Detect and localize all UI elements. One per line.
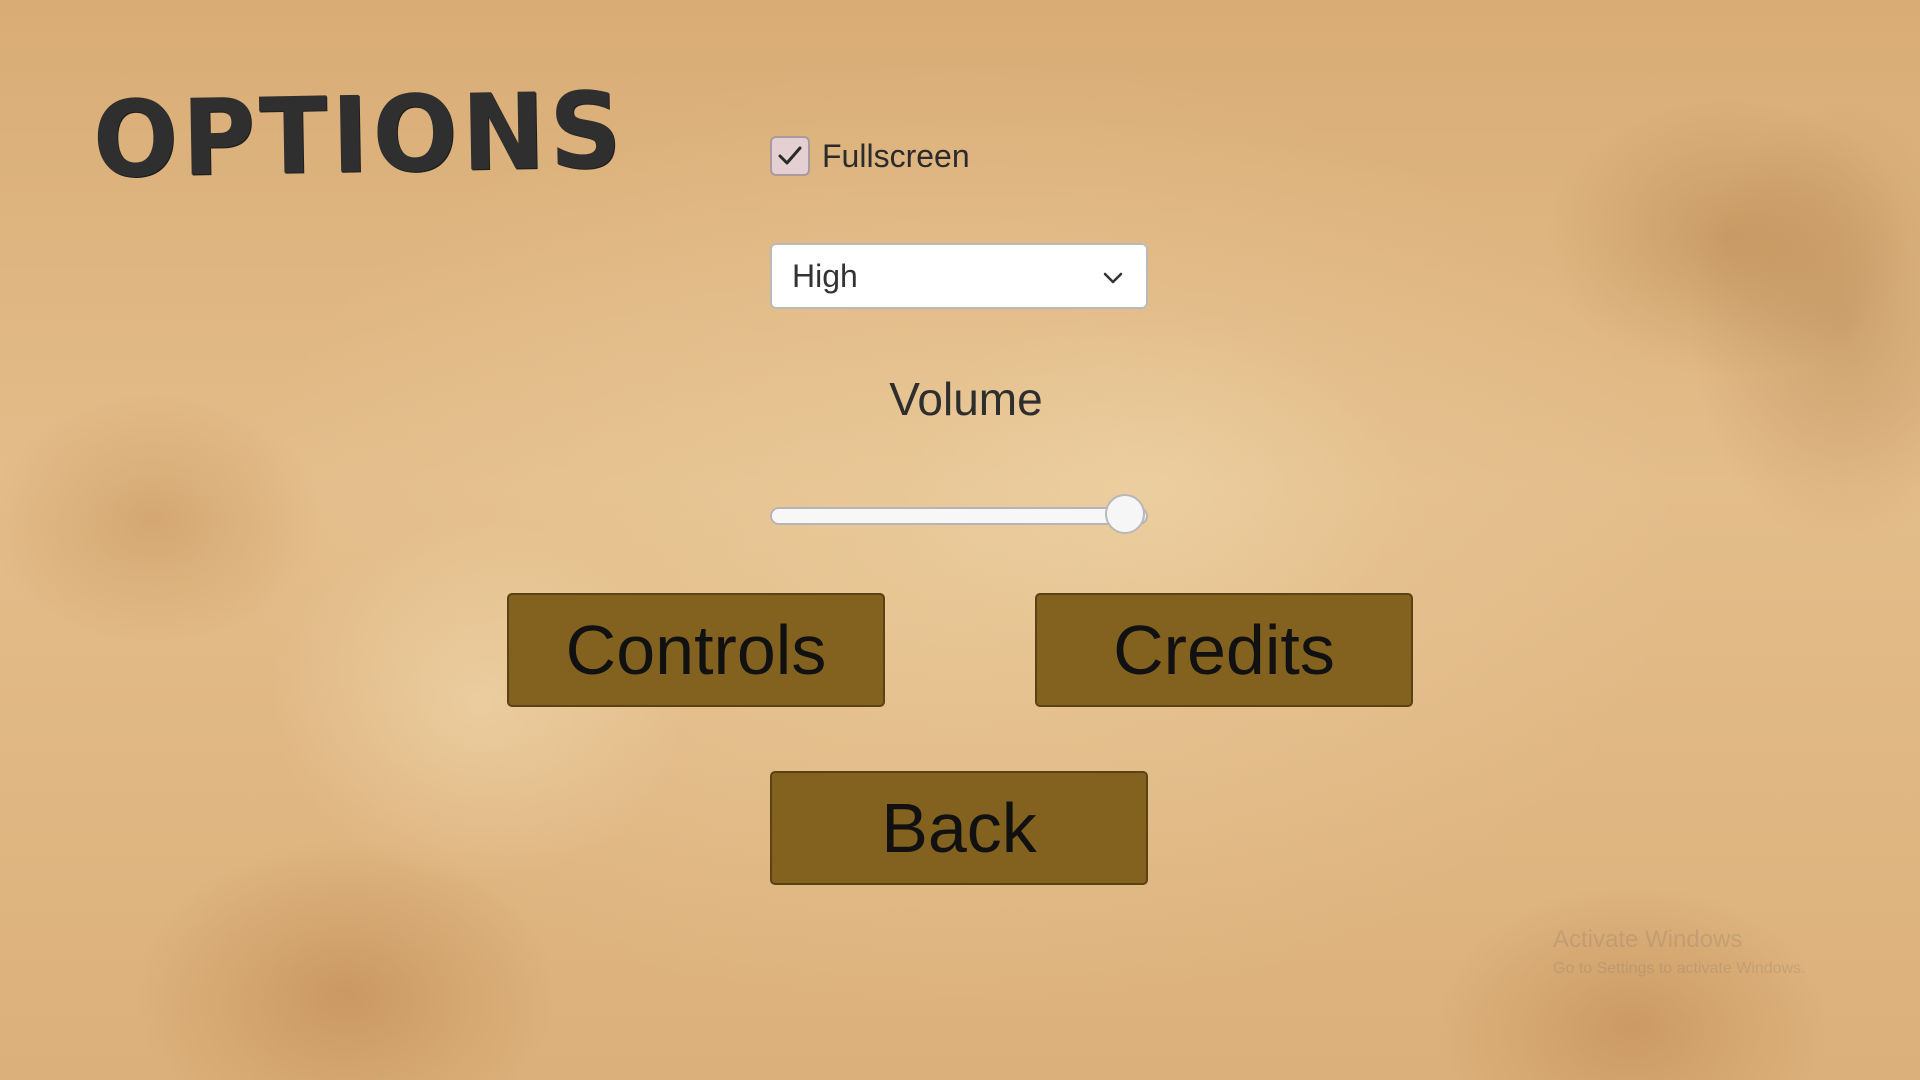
credits-button[interactable]: Credits [1035, 593, 1413, 707]
chevron-down-icon [1103, 272, 1123, 284]
quality-dropdown[interactable]: High [770, 243, 1148, 309]
quality-dropdown-value: High [792, 257, 858, 294]
watermark-title: Activate Windows [1553, 926, 1743, 953]
activate-windows-watermark: Activate Windows Go to Settings to activ… [1553, 926, 1806, 978]
fullscreen-toggle[interactable]: Fullscreen [770, 134, 970, 178]
watermark-subtitle: Go to Settings to activate Windows. [1553, 960, 1806, 977]
volume-label: Volume [889, 373, 1043, 425]
back-button[interactable]: Back [770, 771, 1148, 885]
page-title: OPTIONS [91, 68, 627, 202]
fullscreen-label: Fullscreen [822, 137, 970, 174]
controls-button[interactable]: Controls [507, 593, 885, 707]
volume-slider-handle[interactable] [1105, 494, 1146, 534]
fullscreen-checkbox[interactable] [770, 136, 810, 176]
volume-slider[interactable] [770, 494, 1148, 535]
volume-slider-fill [772, 509, 1124, 523]
checkmark-icon [778, 146, 802, 165]
